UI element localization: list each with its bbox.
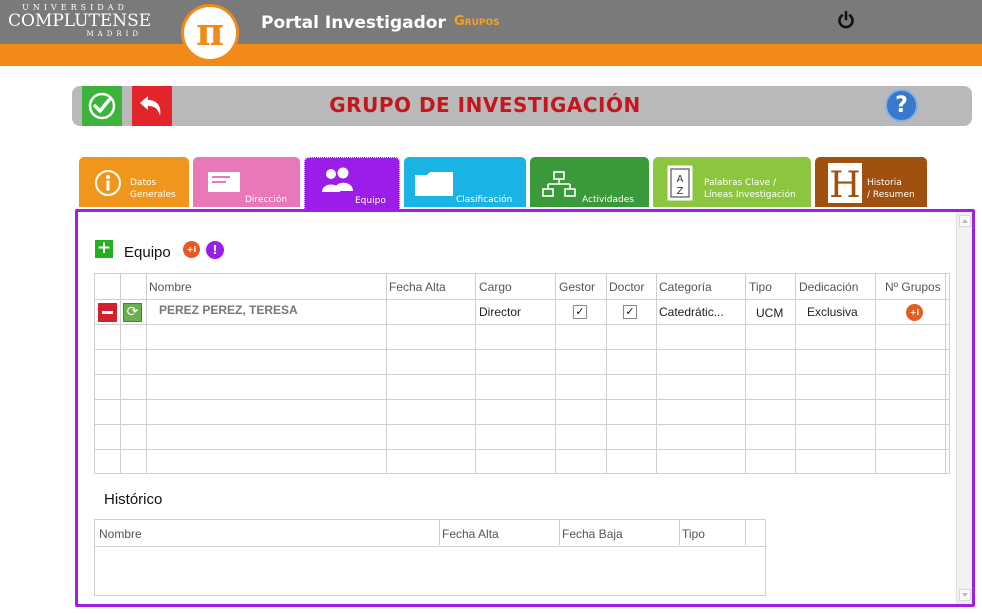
header-strip — [0, 44, 982, 66]
app-title: Portal Investigador — [261, 13, 446, 33]
column-header[interactable]: Cargo — [479, 280, 512, 294]
undo-arrow-icon — [140, 96, 161, 116]
scroll-down-icon[interactable] — [959, 589, 971, 601]
refresh-icon[interactable]: ⟳ — [123, 303, 142, 322]
add-member-button[interactable]: + — [95, 240, 113, 258]
historico-title: Histórico — [104, 491, 163, 508]
column-header[interactable]: Fecha Alta — [442, 527, 499, 541]
help-icon: ? — [895, 93, 908, 118]
column-header[interactable]: Gestor — [559, 280, 595, 294]
history-icon: H — [828, 163, 862, 204]
gestor-checkbox[interactable]: ✓ — [573, 305, 587, 319]
panel-scrollbar[interactable] — [956, 212, 972, 604]
member-cargo: Director — [479, 305, 522, 319]
tab-datos-generales[interactable]: Datos Generales — [79, 157, 189, 207]
column-header[interactable]: Categoría — [659, 280, 712, 294]
svg-text:A: A — [677, 174, 684, 185]
save-button[interactable] — [82, 86, 122, 126]
team-icon — [322, 167, 353, 192]
tab-label: Actividades — [582, 195, 634, 205]
member-dedicacion: Exclusiva — [807, 305, 858, 319]
page-title: GRUPO DE INVESTIGACIÓN — [329, 93, 641, 117]
portal-logo[interactable]: π — [181, 4, 239, 62]
tab-label: Clasificación — [456, 195, 513, 205]
pi-symbol: π — [196, 8, 224, 54]
tab-palabras-clave[interactable]: A Z Palabras Clave / Líneas Investigación — [653, 157, 811, 207]
tab-label: Dirección — [245, 195, 288, 205]
column-header[interactable]: Dedicación — [799, 280, 858, 294]
help-button[interactable]: ? — [885, 89, 918, 122]
tab-label: Equipo — [355, 196, 386, 206]
svg-text:H: H — [829, 165, 860, 204]
folder-icon — [415, 172, 453, 196]
hierarchy-icon — [542, 171, 576, 197]
remove-member-button[interactable] — [98, 303, 117, 322]
university-logo[interactable]: UNIVERSIDAD COMPLUTENSE MADRID — [8, 4, 152, 38]
svg-text:Z: Z — [677, 186, 684, 197]
column-header[interactable]: Tipo — [682, 527, 705, 541]
power-icon[interactable] — [836, 10, 856, 30]
member-name[interactable]: PEREZ PEREZ, TERESA — [159, 303, 298, 317]
n-grupos-badge[interactable]: +i — [906, 304, 923, 321]
tab-label: Datos Generales — [130, 178, 176, 200]
more-info-badge[interactable]: +i — [183, 241, 200, 258]
tab-equipo[interactable]: Equipo — [304, 157, 400, 210]
check-icon — [88, 92, 116, 120]
tab-label: Historia / Resumen — [867, 178, 915, 200]
section-title: Equipo — [124, 244, 171, 261]
doctor-checkbox[interactable]: ✓ — [623, 305, 637, 319]
section-link[interactable]: Grupos — [454, 14, 500, 29]
info-icon — [95, 170, 121, 196]
tab-direccion[interactable]: Dirección — [193, 157, 300, 207]
tab-clasificacion[interactable]: Clasificación — [404, 157, 526, 207]
logo-line-3: MADRID — [86, 30, 142, 38]
tab-actividades[interactable]: Actividades — [530, 157, 649, 207]
column-header[interactable]: Nombre — [149, 280, 192, 294]
column-header[interactable]: Nº Grupos — [885, 280, 941, 294]
column-header[interactable]: Nombre — [99, 527, 142, 541]
member-tipo: UCM — [756, 306, 784, 320]
dictionary-icon: A Z — [666, 164, 694, 202]
logo-line-2: COMPLUTENSE — [8, 11, 152, 31]
address-card-icon — [208, 172, 240, 192]
column-header[interactable]: Doctor — [609, 280, 644, 294]
tab-historia[interactable]: H Historia / Resumen — [815, 157, 927, 207]
historico-table — [94, 519, 766, 596]
column-header[interactable]: Fecha Baja — [562, 527, 623, 541]
member-categoria: Catedrátic... — [659, 305, 724, 319]
column-header[interactable]: Fecha Alta — [389, 280, 446, 294]
column-header[interactable]: Tipo — [749, 280, 772, 294]
back-button[interactable] — [132, 86, 172, 126]
alert-icon[interactable]: ! — [206, 241, 224, 259]
tab-label: Palabras Clave / Líneas Investigación — [704, 178, 796, 200]
scroll-up-icon[interactable] — [959, 215, 971, 227]
